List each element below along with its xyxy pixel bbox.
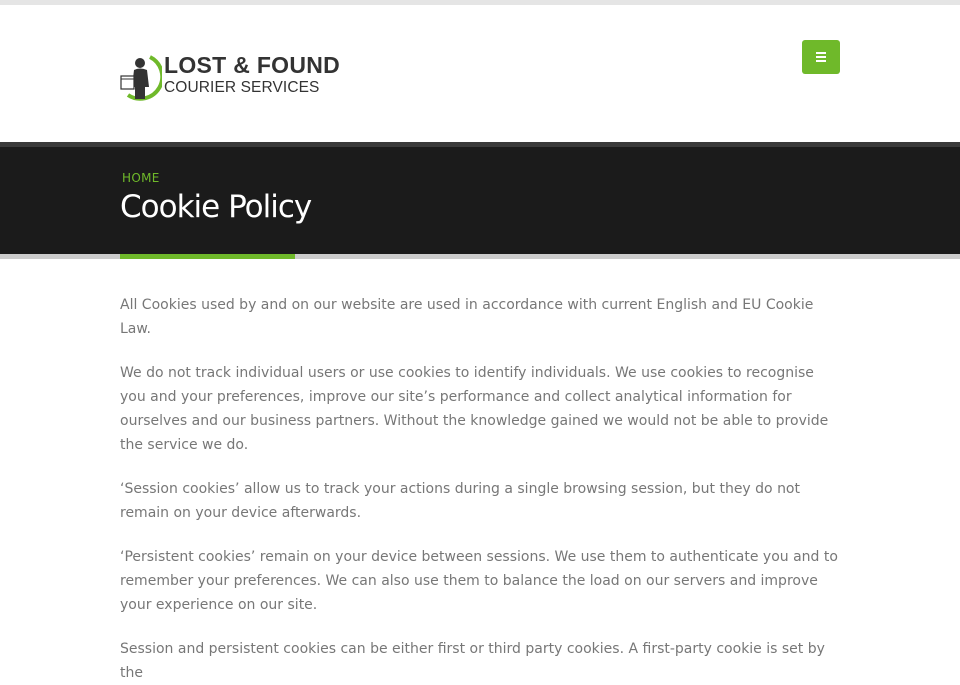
policy-paragraph: We do not track individual users or use …: [120, 365, 829, 453]
policy-paragraph: ‘Session cookies’ allow us to track your…: [120, 481, 800, 521]
policy-paragraph: ‘Persistent cookies’ remain on your devi…: [120, 549, 838, 613]
title-underline: [0, 254, 960, 259]
brand-tagline: COURIER SERVICES: [164, 79, 320, 96]
page-title-band: HOME Cookie Policy: [0, 142, 960, 254]
policy-paragraph: All Cookies used by and on our website a…: [120, 297, 814, 337]
page-title: Cookie Policy: [120, 189, 312, 225]
brand-name: LOST & FOUND: [164, 52, 341, 78]
site-header: LOST & FOUND COURIER SERVICES: [0, 5, 960, 142]
menu-toggle-button[interactable]: [802, 40, 840, 74]
site-logo[interactable]: LOST & FOUND COURIER SERVICES: [120, 51, 346, 103]
policy-paragraph: Session and persistent cookies can be ei…: [120, 641, 825, 681]
courier-person-with-box-logo-icon: [120, 55, 162, 101]
title-underline-accent: [120, 254, 295, 259]
policy-content: All Cookies used by and on our website a…: [0, 259, 960, 685]
breadcrumb-home-link[interactable]: HOME: [122, 171, 160, 185]
hamburger-menu-icon: [816, 52, 826, 62]
